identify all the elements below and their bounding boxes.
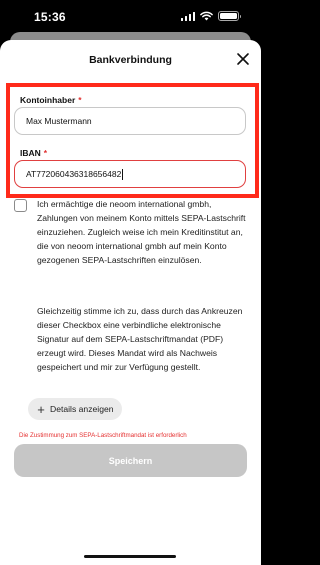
home-indicator (84, 554, 176, 558)
account-holder-input[interactable]: Max Mustermann (14, 107, 246, 135)
status-icons (180, 11, 241, 21)
text-caret (122, 169, 124, 181)
account-holder-label: Kontoinhaber * (20, 95, 82, 105)
consent-paragraph-1: Ich ermächtige die neoom international g… (37, 199, 246, 266)
save-button[interactable]: Speichern (14, 444, 247, 477)
show-details-button[interactable]: + Details anzeigen (28, 398, 122, 420)
required-mark: * (78, 95, 82, 105)
status-bar: 15:36 (0, 0, 261, 34)
required-mark: * (43, 148, 48, 158)
status-time: 15:36 (34, 10, 66, 24)
close-icon[interactable] (235, 51, 251, 67)
consent-paragraph-2: Gleichzeitig stimme ich zu, dass durch d… (37, 306, 243, 373)
sepa-consent-checkbox[interactable] (14, 199, 27, 212)
bank-details-sheet: Bankverbindung Kontoinhaber * Max Musterm… (0, 40, 261, 565)
battery-icon (218, 11, 241, 21)
iban-input[interactable]: AT772060436318656482 (14, 160, 246, 188)
sheet-title: Bankverbindung (89, 54, 172, 66)
cellular-signal-icon (180, 11, 195, 21)
sheet-header: Bankverbindung (0, 40, 261, 80)
wifi-icon (200, 11, 213, 21)
iban-label: IBAN * (20, 148, 48, 158)
consent-error-message: Die Zustimmung zum SEPA-Lastschriftmanda… (19, 432, 187, 439)
plus-icon: + (37, 401, 45, 417)
